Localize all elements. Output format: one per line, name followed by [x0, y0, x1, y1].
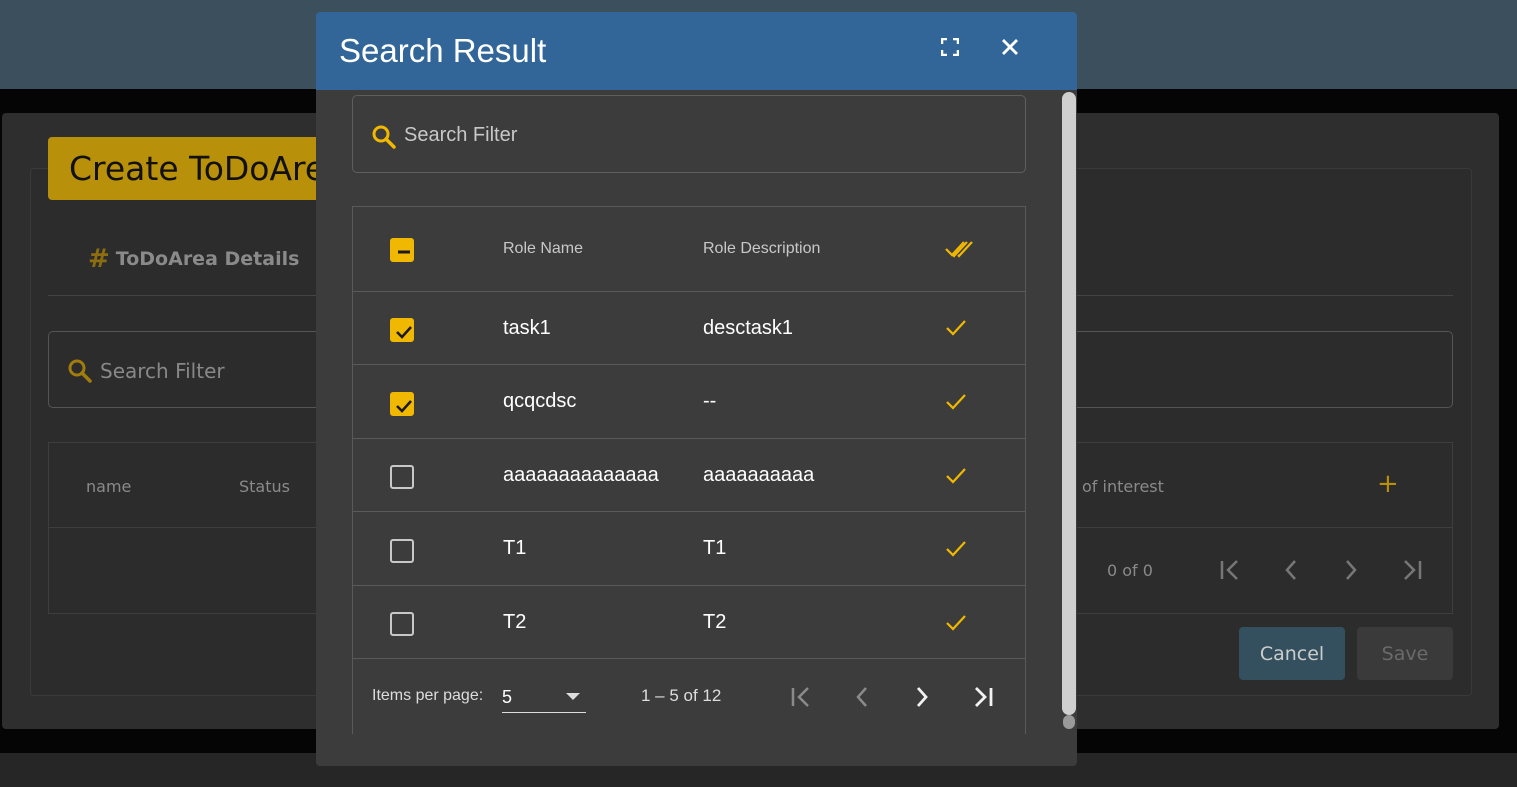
search-filter-input[interactable]: Search Filter	[352, 95, 1026, 173]
table-row[interactable]: qcqcdsc --	[353, 365, 1025, 439]
row-checkbox[interactable]	[390, 465, 414, 489]
table-row[interactable]: T1 T1	[353, 512, 1025, 586]
role-description: --	[703, 390, 717, 412]
last-page-icon[interactable]	[1396, 555, 1426, 585]
next-page-icon[interactable]	[904, 679, 940, 715]
tab-todoarea-details[interactable]: # ToDoArea Details	[88, 244, 299, 274]
page-size-value: 5	[502, 687, 513, 707]
role-name: T1	[503, 537, 527, 559]
role-name: T2	[503, 611, 527, 633]
search-result-dialog: Search Result Search Filter Role Name Ro…	[316, 12, 1077, 766]
previous-page-icon[interactable]	[844, 679, 880, 715]
close-icon[interactable]	[993, 30, 1027, 64]
role-name: task1	[503, 317, 551, 339]
table-row[interactable]: aaaaaaaaaaaaaa aaaaaaaaaa	[353, 439, 1025, 512]
role-description: T2	[703, 611, 727, 633]
column-header-of-interest: of interest	[1082, 477, 1164, 496]
add-icon[interactable]: +	[1377, 469, 1399, 499]
cancel-button[interactable]: Cancel	[1239, 627, 1345, 680]
column-header-status: Status	[239, 477, 290, 496]
row-checkbox[interactable]	[390, 392, 414, 416]
role-name: aaaaaaaaaaaaaa	[503, 464, 659, 486]
dialog-title: Search Result	[339, 32, 547, 69]
column-header-name: name	[86, 477, 132, 496]
table-header-row: Role Name Role Description	[353, 207, 1025, 292]
column-header-role-name: Role Name	[503, 240, 584, 257]
row-checkbox[interactable]	[390, 612, 414, 636]
first-page-icon[interactable]	[1216, 555, 1246, 585]
next-page-icon[interactable]	[1336, 555, 1366, 585]
dropdown-arrow-icon	[566, 693, 580, 700]
scrollbar-end[interactable]	[1063, 715, 1075, 729]
check-icon	[945, 540, 967, 562]
search-placeholder: Search Filter	[100, 359, 225, 383]
search-icon	[68, 359, 92, 383]
last-page-icon[interactable]	[964, 679, 1000, 715]
check-icon	[945, 614, 967, 636]
tab-label: ToDoArea Details	[115, 248, 300, 270]
paginator: Items per page: 5 1 – 5 of 12	[353, 659, 1025, 735]
search-icon	[372, 125, 396, 149]
pager-range: 0 of 0	[1107, 561, 1153, 580]
row-checkbox[interactable]	[390, 539, 414, 563]
dialog-header: Search Result	[316, 12, 1077, 90]
column-header-role-description: Role Description	[703, 240, 821, 257]
previous-page-icon[interactable]	[1276, 555, 1306, 585]
scrollbar-thumb[interactable]	[1062, 92, 1076, 715]
items-per-page-label: Items per page:	[372, 687, 484, 704]
role-name: qcqcdsc	[503, 390, 577, 412]
search-placeholder: Search Filter	[404, 124, 518, 146]
role-description: desctask1	[703, 317, 794, 339]
fullscreen-icon[interactable]	[933, 30, 967, 64]
role-description: aaaaaaaaaa	[703, 464, 815, 486]
page-range-label: 1 – 5 of 12	[641, 686, 722, 705]
save-button[interactable]: Save	[1357, 627, 1453, 680]
double-check-icon[interactable]	[945, 239, 973, 263]
select-all-checkbox[interactable]	[390, 238, 414, 262]
check-icon	[945, 393, 967, 415]
role-description: T1	[703, 537, 727, 559]
hash-icon: #	[88, 244, 110, 274]
page-title: Create ToDoArea	[48, 137, 348, 200]
table-row[interactable]: T2 T2	[353, 586, 1025, 659]
check-icon	[945, 467, 967, 489]
roles-table: Role Name Role Description task1 desctas…	[352, 206, 1026, 734]
page-size-select[interactable]: 5	[502, 679, 586, 713]
table-row[interactable]: task1 desctask1	[353, 292, 1025, 365]
first-page-icon[interactable]	[784, 679, 820, 715]
row-checkbox[interactable]	[390, 318, 414, 342]
check-icon	[945, 319, 967, 341]
